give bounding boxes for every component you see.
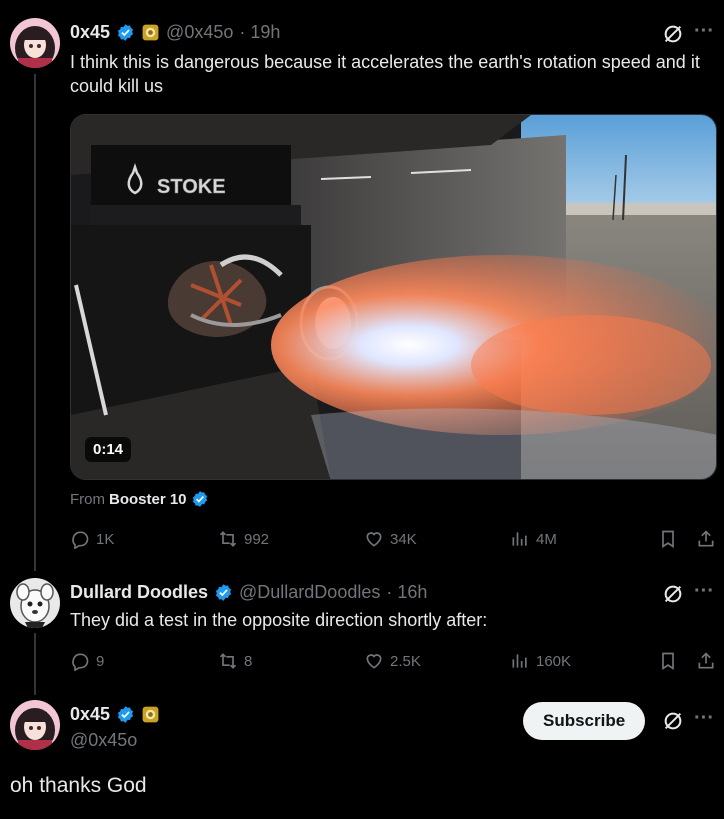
author-name[interactable]: 0x45 <box>70 22 110 43</box>
tweet2-header: Dullard Doodles @DullardDoodles · 16h <box>70 582 427 603</box>
post-time[interactable]: · 16h <box>386 582 427 603</box>
views-button[interactable]: 4M <box>510 529 557 549</box>
video-duration-badge: 0:14 <box>85 437 132 462</box>
author-name[interactable]: Dullard Doodles <box>70 582 208 603</box>
bookmark-icon <box>662 652 674 671</box>
tweet-text: oh thanks God <box>10 774 147 797</box>
tweet1-actions: 1K 992 34K 4M <box>70 528 720 550</box>
post-time[interactable]: · 19h <box>239 22 280 43</box>
verified-badge-icon <box>192 491 207 507</box>
more-options-icon[interactable]: ··· <box>694 20 714 43</box>
repost-icon <box>219 653 237 669</box>
grok-icon[interactable] <box>662 710 684 732</box>
share-icon <box>698 530 714 547</box>
share-button[interactable] <box>696 529 716 549</box>
verified-badge-icon <box>118 24 134 41</box>
avatar[interactable] <box>10 578 60 628</box>
thread-connector <box>34 633 36 695</box>
avatar[interactable] <box>10 700 60 750</box>
tweet-text: I think this is dangerous because it acc… <box>70 52 700 96</box>
bookmark-icon <box>662 530 674 549</box>
affiliate-badge-icon <box>142 706 159 723</box>
tweet-text: They did a test in the opposite directio… <box>70 610 488 630</box>
tweet3-header: 0x45 <box>70 704 160 725</box>
reply-icon <box>72 653 89 671</box>
video-player[interactable]: STOKE 0:14 <box>70 114 717 480</box>
repost-count: 992 <box>244 530 270 548</box>
affiliate-badge-icon <box>142 24 159 41</box>
view-count: 160K <box>536 652 572 670</box>
tweet1-header: 0x45 @0x45o · 19h <box>70 22 280 43</box>
reply-count: 1K <box>96 530 115 548</box>
bookmark-button[interactable] <box>658 651 678 671</box>
author-handle[interactable]: @0x45o <box>166 22 233 43</box>
grok-icon[interactable] <box>662 23 684 45</box>
heart-icon <box>366 532 382 547</box>
video-frame: STOKE <box>71 115 716 479</box>
views-icon <box>512 654 527 668</box>
share-icon <box>698 652 714 669</box>
from-source-link[interactable]: Booster 10 <box>109 491 187 508</box>
view-count: 4M <box>536 530 557 548</box>
more-options-icon[interactable]: ··· <box>694 580 714 603</box>
attribution: From Booster 10 <box>70 490 209 508</box>
views-button[interactable]: 160K <box>510 651 571 671</box>
reply-count: 9 <box>96 652 105 670</box>
heart-icon <box>366 654 382 669</box>
share-button[interactable] <box>696 651 716 671</box>
reply-icon <box>72 531 89 549</box>
like-button[interactable]: 2.5K <box>364 651 421 671</box>
author-name[interactable]: 0x45 <box>70 704 110 725</box>
tweet2-actions: 9 8 2.5K 160K <box>70 650 720 672</box>
author-handle[interactable]: @DullardDoodles <box>239 582 380 603</box>
reply-button[interactable]: 1K <box>70 529 114 549</box>
video-logo-text: STOKE <box>157 176 226 198</box>
grok-icon[interactable] <box>662 583 684 605</box>
reply-button[interactable]: 9 <box>70 651 104 671</box>
repost-button[interactable]: 8 <box>218 651 252 671</box>
verified-badge-icon <box>215 584 232 601</box>
avatar[interactable] <box>10 18 60 68</box>
repost-icon <box>219 531 237 547</box>
author-handle[interactable]: @0x45o <box>70 730 137 751</box>
verified-badge-icon <box>118 706 134 723</box>
thread-connector <box>34 74 36 571</box>
from-label: From <box>70 490 105 508</box>
like-count: 34K <box>390 530 417 548</box>
repost-count: 8 <box>244 652 253 670</box>
bookmark-button[interactable] <box>658 529 678 549</box>
views-icon <box>512 532 527 546</box>
subscribe-button[interactable]: Subscribe <box>523 702 646 740</box>
like-count: 2.5K <box>390 652 421 670</box>
like-button[interactable]: 34K <box>364 529 417 549</box>
repost-button[interactable]: 992 <box>218 529 269 549</box>
more-options-icon[interactable]: ··· <box>694 707 714 730</box>
